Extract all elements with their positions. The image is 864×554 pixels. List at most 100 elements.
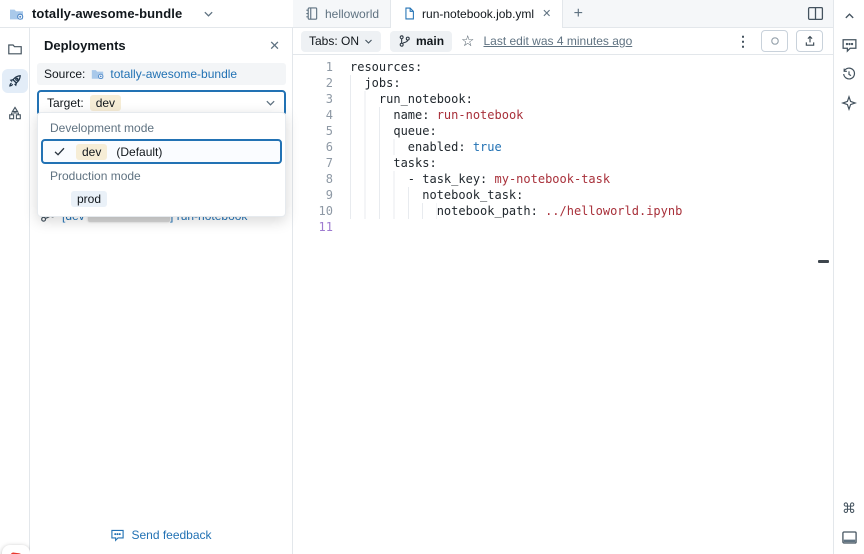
code-token: notebook_path: [436,204,546,218]
tabs-toggle-button[interactable]: Tabs: ON [301,30,382,52]
code-line[interactable]: 5 queue: [293,123,833,139]
line-content[interactable]: notebook_path: ../helloworld.ipynb [333,203,682,219]
code-token: notebook_task: [422,188,524,202]
left-sidebar [0,28,30,554]
git-branch-button[interactable]: main [390,30,453,52]
collapse-chevron-up-icon[interactable] [840,7,858,25]
tab-close-icon[interactable]: ✕ [542,7,551,20]
code-line[interactable]: 3 run_notebook: [293,91,833,107]
split-view-icon[interactable] [807,6,824,21]
right-rail: ⌘ [833,0,864,554]
code-token: queue: [393,124,437,138]
source-bundle-link[interactable]: totally-awesome-bundle [110,67,237,81]
line-content[interactable]: queue: [333,123,437,139]
code-token: my-notebook-task [494,172,611,186]
line-number[interactable]: 5 [293,123,333,139]
code-token: run_notebook: [378,92,473,106]
option-prod-badge: prod [71,190,108,207]
line-content[interactable]: jobs: [333,75,401,91]
new-tab-button[interactable]: + [563,0,593,27]
line-number[interactable]: 10 [293,203,333,219]
indent-guides [350,187,423,203]
code-line[interactable]: 9 notebook_task: [293,187,833,203]
code-token: run-notebook [436,108,524,122]
help-widget-button[interactable] [2,545,30,554]
code-line[interactable]: 8- task_key: my-notebook-task [293,171,833,187]
sidebar-item-folder[interactable] [2,37,28,61]
indent-guides [350,203,437,219]
line-content[interactable] [333,219,350,235]
target-dropdown: Development mode dev (Default) Productio… [37,112,286,217]
line-content[interactable]: enabled: true [333,139,502,155]
chevron-down-icon[interactable] [203,10,214,18]
code-line[interactable]: 10 notebook_path: ../helloworld.ipynb [293,203,833,219]
code-line[interactable]: 1 resources: [293,59,833,75]
line-number[interactable]: 3 [293,91,333,107]
last-edit-link[interactable]: Last edit was 4 minutes ago [483,34,632,48]
line-number[interactable]: 4 [293,107,333,123]
indent-guides [350,171,408,187]
tab-label: run-notebook.job.yml [422,6,535,21]
code-line[interactable]: 6 enabled: true [293,139,833,155]
close-icon[interactable]: ✕ [269,39,280,52]
history-icon[interactable] [840,65,858,83]
line-content[interactable]: - task_key: my-notebook-task [333,171,610,187]
editor-toolbar: Tabs: ON main ☆ Last edit was 4 minutes … [293,28,833,55]
line-content[interactable]: resources: [333,59,422,75]
bundle-folder-icon [8,6,25,22]
bundle-header: totally-awesome-bundle [0,0,293,28]
code-token: tasks: [393,156,437,170]
line-number[interactable]: 8 [293,171,333,187]
dropdown-group-header: Development mode [50,121,155,135]
status-circle-button[interactable] [761,30,788,52]
line-content[interactable]: run_notebook: [333,91,473,107]
dropdown-option-dev[interactable]: dev (Default) [41,139,282,164]
keyboard-shortcuts-icon[interactable]: ⌘ [840,499,858,517]
assistant-sparkle-icon[interactable] [840,94,858,112]
kebab-menu-icon[interactable]: ⋮ [733,33,753,50]
sidebar-item-deployments[interactable] [1,69,28,93]
line-number[interactable]: 11 [293,219,333,235]
code-line[interactable]: 4 name: run-notebook [293,107,833,123]
line-number[interactable]: 2 [293,75,333,91]
code-token: ../helloworld.ipynb [545,204,683,218]
git-branch-icon [399,35,410,47]
panel-title: Deployments [44,38,126,53]
tab-helloworld[interactable]: helloworld [293,0,392,27]
send-feedback-link[interactable]: Send feedback [30,528,292,542]
code-token: enabled: [407,140,473,154]
dag-icon [7,105,23,121]
source-label: Source: [44,67,86,81]
bottom-panel-icon[interactable] [840,528,858,546]
indent-guides [350,123,394,139]
line-content[interactable]: notebook_task: [333,187,523,203]
line-content[interactable]: tasks: [333,155,437,171]
check-icon [53,145,67,158]
share-button[interactable] [796,30,823,52]
line-number[interactable]: 7 [293,155,333,171]
bundle-title: totally-awesome-bundle [32,6,183,21]
sidebar-item-dag[interactable] [2,101,28,125]
line-number[interactable]: 6 [293,139,333,155]
dropdown-option-prod[interactable]: prod [40,186,283,211]
code-line[interactable]: 7 tasks: [293,155,833,171]
comments-icon[interactable] [840,36,858,54]
code-token: true [472,140,502,154]
code-editor[interactable]: 1 resources: 2 jobs: 3 run_notebook: 4 name: ru… [293,55,833,554]
target-value-badge: dev [89,95,122,111]
code-line[interactable]: 11 [293,219,833,235]
code-lines: 1 resources: 2 jobs: 3 run_notebook: 4 name: ru… [293,59,833,235]
tab-strip: helloworld run-notebook.job.yml ✕ + [293,0,833,28]
branch-label: main [416,34,445,48]
indent-guides [350,139,408,155]
share-icon [805,35,814,46]
indent-guides [350,91,379,107]
line-content[interactable]: name: run-notebook [333,107,523,123]
source-row: Source: totally-awesome-bundle [37,63,286,85]
code-line[interactable]: 2 jobs: [293,75,833,91]
line-number[interactable]: 1 [293,59,333,75]
line-number[interactable]: 9 [293,187,333,203]
indent-guides [350,107,394,123]
tab-run-notebook-job-yml[interactable]: run-notebook.job.yml ✕ [391,0,564,28]
favorite-star-icon[interactable]: ☆ [461,34,474,49]
